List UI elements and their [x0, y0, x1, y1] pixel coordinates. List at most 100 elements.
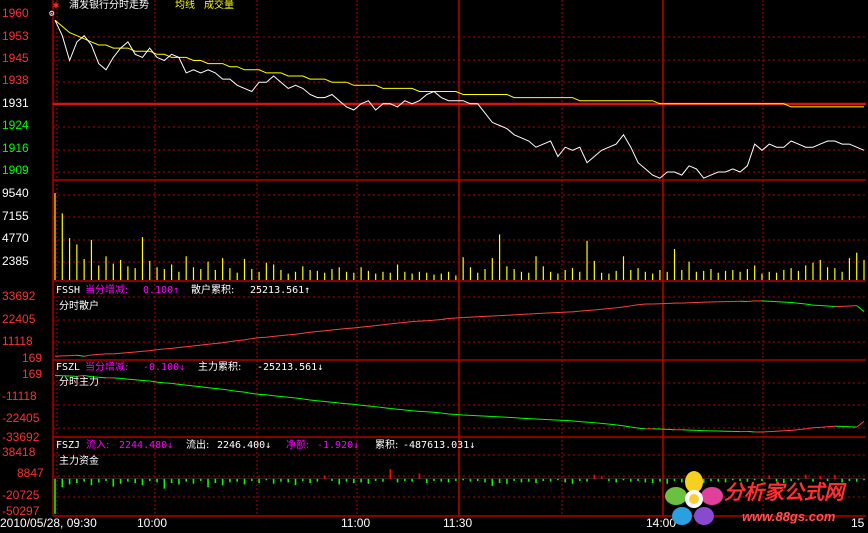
- fszl-segment-36: [310, 399, 318, 402]
- volume-tick-4770: 4770: [2, 231, 29, 245]
- fszj-tick-1: 8847: [17, 466, 44, 480]
- fssh-segment-73: [579, 310, 588, 312]
- fszl-segment-55: [448, 413, 456, 416]
- fszj-tick-2: -20725: [2, 488, 40, 502]
- chart-canvas: [52, 0, 866, 517]
- fssh-segment-30: [266, 335, 274, 338]
- legend-volume: 成交量: [204, 0, 234, 11]
- fszl-segment-10: [120, 377, 128, 380]
- fssh-segment-103: [798, 302, 806, 305]
- fszl-segment-100: [776, 430, 784, 432]
- chart-stage: ✱ 浦发银行分时走势 均线 成交量 ⚙ 1960 1953 1945 1938 …: [0, 0, 868, 533]
- fssh-segment-107: [827, 305, 835, 308]
- fssh-segment-78: [616, 306, 624, 309]
- fssh-segment-35: [302, 331, 311, 334]
- fszl-segment-20: [193, 385, 201, 388]
- price-tick-1931: 1931: [2, 96, 29, 110]
- fssh-segment-22: [208, 342, 216, 345]
- fszl-segment-96: [747, 430, 755, 433]
- legend-avg-line: 均线: [175, 0, 195, 11]
- fszl-segment-22: [208, 387, 216, 389]
- fszl-segment-103: [798, 428, 806, 431]
- fssh-segment-36: [310, 330, 318, 333]
- time-start: 2010/05/28, 09:30: [0, 516, 97, 530]
- fssh-segment-76: [601, 308, 609, 310]
- watermark: 分析家公式网 www.88gs.com: [664, 470, 864, 528]
- stock-title: 浦发银行分时走势: [69, 0, 149, 11]
- fszj-code[interactable]: FSZJ: [56, 440, 80, 451]
- fssh-segment-106: [820, 304, 828, 307]
- fszl-segment-35: [302, 398, 311, 401]
- fssh-tick-0: 33692: [2, 289, 36, 303]
- fszl-segment-44: [368, 405, 376, 408]
- fszl-segment-54: [441, 412, 449, 415]
- fszj-out-value: 2246.400↓: [217, 440, 272, 451]
- fssh-cum-label: 散户累积:: [191, 285, 235, 296]
- price-tick-1924: 1924: [2, 118, 29, 132]
- fszl-segment-79: [623, 425, 631, 428]
- fssh-name: 分时散户: [59, 301, 99, 312]
- price-tick-1953: 1953: [2, 29, 29, 43]
- fszl-inc-label: 当分增减:: [85, 362, 129, 373]
- fssh-segment-80: [630, 304, 639, 307]
- fszl-segment-46: [382, 407, 391, 410]
- price-tick-1960: 1960: [2, 6, 29, 20]
- fszl-segment-56: [455, 414, 464, 416]
- fszl-segment-21: [200, 386, 209, 389]
- fszl-segment-9: [113, 377, 121, 379]
- fszl-segment-19: [186, 384, 194, 387]
- fszl-segment-31: [273, 395, 281, 397]
- fssh-segment-100: [776, 301, 784, 303]
- fszj-out-label: 流出:: [186, 440, 210, 451]
- fssh-segment-46: [382, 323, 391, 326]
- fszj-name: 主力资金: [59, 456, 99, 467]
- fszl-segment-77: [608, 423, 617, 426]
- fssh-segment-72: [572, 310, 580, 313]
- fssh-segment-10: [120, 352, 128, 354]
- fszl-segment-72: [572, 420, 580, 423]
- fszl-segment-39: [331, 401, 340, 404]
- fszl-segment-12: [135, 379, 143, 381]
- fssh-segment-48: [397, 321, 405, 324]
- fszl-code[interactable]: FSZL: [56, 362, 80, 373]
- fssh-segment-20: [193, 344, 201, 347]
- fszl-segment-7: [98, 376, 107, 379]
- fssh-segment-7: [98, 353, 107, 355]
- fssh-segment-50: [412, 320, 420, 323]
- fszl-segment-26: [237, 390, 245, 393]
- fszl-segment-75: [594, 422, 602, 424]
- fszl-segment-30: [266, 394, 274, 397]
- fszl-segment-49: [404, 409, 413, 412]
- fszl-segment-74: [587, 421, 595, 424]
- fszl-segment-104: [805, 427, 814, 430]
- fssh-segment-54: [441, 318, 449, 320]
- fszl-segment-17: [171, 382, 179, 385]
- fszj-tick-0: 38418: [2, 445, 36, 459]
- fssh-segment-64: [514, 313, 522, 316]
- price-tick-1909: 1909: [2, 163, 29, 177]
- fszl-segment-32: [280, 395, 289, 398]
- fszl-segment-16: [164, 382, 172, 384]
- time-1000: 10:00: [137, 516, 168, 530]
- fssh-segment-77: [608, 307, 617, 310]
- fssh-segment-42: [353, 326, 362, 329]
- fssh-inc-value: 0.100↑: [143, 285, 180, 296]
- fszl-segment-14: [149, 380, 158, 383]
- fszj-net-value: -1.920↓: [317, 440, 360, 451]
- fszj-net-label: 净额:: [286, 440, 310, 451]
- fssh-segment-13: [142, 350, 150, 352]
- fszj-cum-value: -487613.031↓: [403, 440, 476, 451]
- fssh-code[interactable]: FSSH: [56, 285, 80, 296]
- fszl-name: 分时主力: [59, 377, 99, 388]
- fssh-segment-81: [638, 303, 646, 306]
- fssh-segment-104: [805, 303, 814, 306]
- fssh-segment-43: [361, 325, 369, 328]
- fssh-segment-37: [317, 330, 325, 332]
- panel-settings-icon[interactable]: ⚙: [49, 9, 54, 20]
- fssh-segment-111: [856, 305, 865, 312]
- fssh-segment-45: [375, 324, 384, 327]
- fssh-segment-18: [178, 346, 187, 348]
- fszl-segment-43: [361, 404, 369, 407]
- fssh-segment-15: [156, 348, 165, 351]
- fssh-segment-40: [339, 328, 347, 330]
